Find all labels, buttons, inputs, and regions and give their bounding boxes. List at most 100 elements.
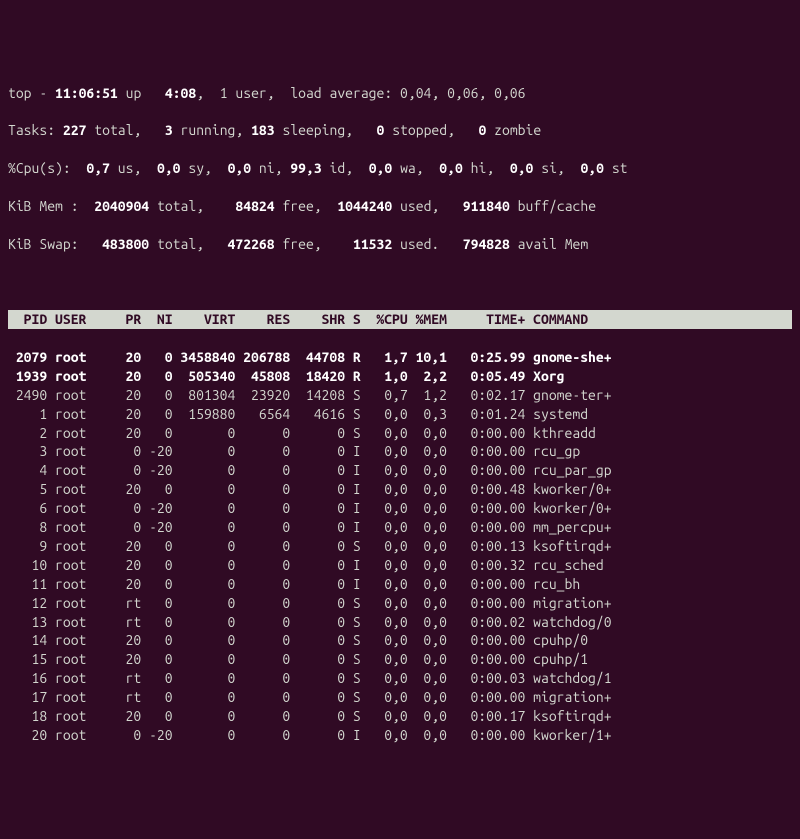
cell-res: 45808 <box>235 367 290 386</box>
cell-shr: 0 <box>290 461 345 480</box>
cell-pr: 20 <box>94 386 141 405</box>
cell-ni: 0 <box>141 537 172 556</box>
cell-cmd: gnome-she+ <box>525 348 611 367</box>
cell-time: 0:00.17 <box>447 707 525 726</box>
cell-mem: 0,0 <box>408 594 447 613</box>
cell-mem: 0,0 <box>408 613 447 632</box>
cell-time: 0:00.00 <box>447 575 525 594</box>
cell-pid: 5 <box>8 480 47 499</box>
column-header-row[interactable]: PIDUSERPRNIVIRTRESSHRS%CPU%MEMTIME+COMMA… <box>8 310 792 329</box>
cell-pid: 9 <box>8 537 47 556</box>
summary-line-tasks: Tasks: 227 total, 3 running, 183 sleepin… <box>8 121 792 140</box>
process-row[interactable]: 3root0-20000I0,00,00:00.00rcu_gp <box>8 442 792 461</box>
cell-shr: 4616 <box>290 405 345 424</box>
cell-virt: 0 <box>173 631 236 650</box>
process-row[interactable]: 20root0-20000I0,00,00:00.00kworker/1+ <box>8 726 792 745</box>
cell-cmd: ksoftirqd+ <box>525 537 611 556</box>
cell-res: 0 <box>235 650 290 669</box>
cell-user: root <box>47 707 94 726</box>
process-row[interactable]: 15root200000S0,00,00:00.00cpuhp/1 <box>8 650 792 669</box>
cell-ni: -20 <box>141 461 172 480</box>
cell-pid: 2490 <box>8 386 47 405</box>
cell-pr: 20 <box>94 424 141 443</box>
process-row[interactable]: 18root200000S0,00,00:00.17ksoftirqd+ <box>8 707 792 726</box>
col-time[interactable]: TIME+ <box>447 310 525 329</box>
cell-time: 0:05.49 <box>447 367 525 386</box>
process-row[interactable]: 12rootrt0000S0,00,00:00.00migration+ <box>8 594 792 613</box>
cell-mem: 1,2 <box>408 386 447 405</box>
cell-cpu: 0,0 <box>369 575 408 594</box>
col-res[interactable]: RES <box>235 310 290 329</box>
cell-pid: 16 <box>8 669 47 688</box>
cell-pid: 20 <box>8 726 47 745</box>
col-pid[interactable]: PID <box>8 310 47 329</box>
cell-shr: 0 <box>290 631 345 650</box>
cell-virt: 0 <box>173 669 236 688</box>
process-row[interactable]: 5root200000I0,00,00:00.48kworker/0+ <box>8 480 792 499</box>
cell-time: 0:00.00 <box>447 650 525 669</box>
process-row[interactable]: 11root200000I0,00,00:00.00rcu_bh <box>8 575 792 594</box>
cell-cpu: 0,0 <box>369 480 408 499</box>
cell-pr: 20 <box>94 537 141 556</box>
process-row[interactable]: 8root0-20000I0,00,00:00.00mm_percpu+ <box>8 518 792 537</box>
col-cmd[interactable]: COMMAND <box>525 310 588 329</box>
cell-user: root <box>47 442 94 461</box>
cell-res: 0 <box>235 594 290 613</box>
cell-res: 0 <box>235 669 290 688</box>
cell-time: 0:00.03 <box>447 669 525 688</box>
process-row[interactable]: 14root200000S0,00,00:00.00cpuhp/0 <box>8 631 792 650</box>
cell-pid: 8 <box>8 518 47 537</box>
cell-s: S <box>345 650 369 669</box>
process-row[interactable]: 6root0-20000I0,00,00:00.00kworker/0+ <box>8 499 792 518</box>
col-s[interactable]: S <box>345 310 369 329</box>
cell-shr: 18420 <box>290 367 345 386</box>
cell-ni: -20 <box>141 518 172 537</box>
cell-ni: 0 <box>141 688 172 707</box>
cell-cmd: ksoftirqd+ <box>525 707 611 726</box>
cell-s: I <box>345 442 369 461</box>
cell-res: 0 <box>235 480 290 499</box>
process-row[interactable]: 2490root2008013042392014208S0,71,20:02.1… <box>8 386 792 405</box>
cell-user: root <box>47 367 94 386</box>
cell-cmd: cpuhp/0 <box>525 631 588 650</box>
process-row[interactable]: 1root20015988065644616S0,00,30:01.24syst… <box>8 405 792 424</box>
cell-s: S <box>345 386 369 405</box>
process-row[interactable]: 1939root2005053404580818420R1,02,20:05.4… <box>8 367 792 386</box>
cell-cpu: 0,0 <box>369 556 408 575</box>
cell-cpu: 0,0 <box>369 707 408 726</box>
cell-time: 0:00.00 <box>447 688 525 707</box>
cell-pid: 14 <box>8 631 47 650</box>
process-row[interactable]: 2079root200345884020678844708R1,710,10:2… <box>8 348 792 367</box>
cell-cmd: rcu_sched <box>525 556 603 575</box>
col-shr[interactable]: SHR <box>290 310 345 329</box>
col-ni[interactable]: NI <box>141 310 172 329</box>
cell-cpu: 0,0 <box>369 424 408 443</box>
process-row[interactable]: 9root200000S0,00,00:00.13ksoftirqd+ <box>8 537 792 556</box>
cell-time: 0:00.02 <box>447 613 525 632</box>
col-user[interactable]: USER <box>47 310 94 329</box>
cell-cmd: kworker/0+ <box>525 499 611 518</box>
process-row[interactable]: 17rootrt0000S0,00,00:00.00migration+ <box>8 688 792 707</box>
col-pr[interactable]: PR <box>94 310 141 329</box>
cell-user: root <box>47 480 94 499</box>
cell-shr: 0 <box>290 650 345 669</box>
col-mem[interactable]: %MEM <box>408 310 447 329</box>
process-row[interactable]: 4root0-20000I0,00,00:00.00rcu_par_gp <box>8 461 792 480</box>
col-cpu[interactable]: %CPU <box>369 310 408 329</box>
col-virt[interactable]: VIRT <box>173 310 236 329</box>
cell-s: S <box>345 707 369 726</box>
cell-s: S <box>345 631 369 650</box>
process-row[interactable]: 13rootrt0000S0,00,00:00.02watchdog/0 <box>8 613 792 632</box>
cell-mem: 0,0 <box>408 688 447 707</box>
cell-s: S <box>345 688 369 707</box>
cell-cpu: 0,0 <box>369 631 408 650</box>
process-row[interactable]: 16rootrt0000S0,00,00:00.03watchdog/1 <box>8 669 792 688</box>
cell-virt: 0 <box>173 499 236 518</box>
process-row[interactable]: 2root200000S0,00,00:00.00kthreadd <box>8 424 792 443</box>
cell-shr: 0 <box>290 556 345 575</box>
cell-mem: 0,0 <box>408 575 447 594</box>
cell-shr: 0 <box>290 518 345 537</box>
cell-ni: 0 <box>141 669 172 688</box>
cell-virt: 0 <box>173 424 236 443</box>
process-row[interactable]: 10root200000I0,00,00:00.32rcu_sched <box>8 556 792 575</box>
